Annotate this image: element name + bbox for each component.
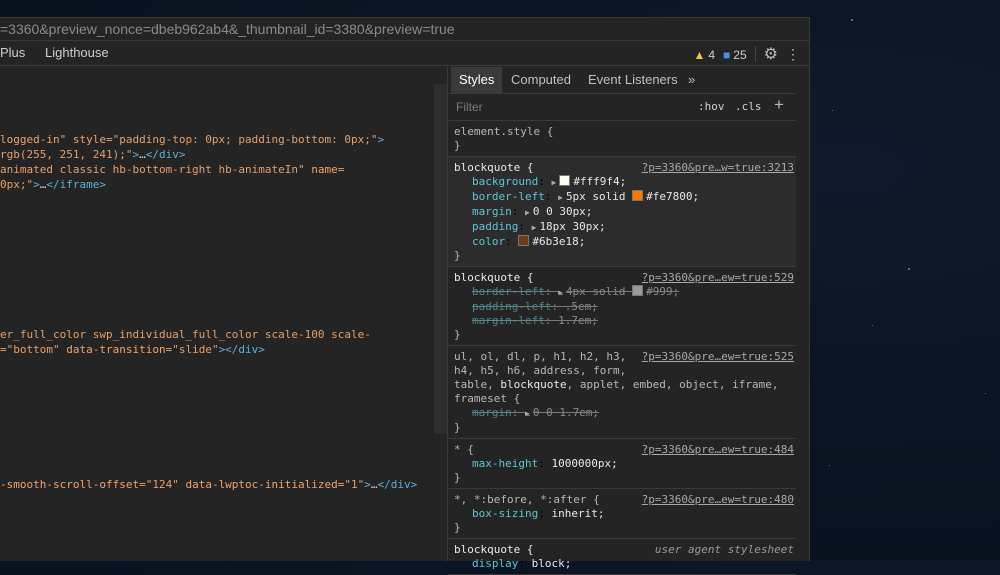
- expand-triangle-icon[interactable]: ▶: [551, 178, 556, 187]
- tabbar-right: ▲ 4 ■ 25 ⚙ ⋮: [693, 44, 800, 64]
- style-rule[interactable]: ?p=3360&pre…ew=true:529 blockquote {borde…: [448, 267, 796, 346]
- css-declaration[interactable]: margin: ▶ 0 0 30px;: [454, 205, 790, 220]
- css-declaration[interactable]: padding-left: .5em;: [454, 300, 790, 314]
- css-declaration[interactable]: margin-left: 1.7em;: [454, 314, 790, 328]
- css-declaration[interactable]: display: block;: [454, 557, 790, 571]
- rule-source-link[interactable]: ?p=3360&pre…ew=true:484: [642, 443, 794, 457]
- filter-row: Filter :hov .cls +: [448, 94, 796, 121]
- css-declaration[interactable]: max-height: 1000000px;: [454, 457, 790, 471]
- css-declaration[interactable]: border-left: ▶ 5px solid #fe7800;: [454, 190, 790, 205]
- devtools-tabbar: Plus Lighthouse ▲ 4 ■ 25 ⚙ ⋮: [0, 41, 809, 66]
- expand-triangle-icon[interactable]: ▶: [532, 223, 537, 232]
- expand-triangle-icon[interactable]: ▶: [525, 208, 530, 217]
- css-declaration[interactable]: box-sizing: inherit;: [454, 507, 790, 521]
- tab-computed[interactable]: Computed: [511, 72, 571, 87]
- style-rule[interactable]: ?p=3360&pre…ew=true:525 ul, ol, dl, p, h1…: [448, 346, 796, 439]
- color-swatch[interactable]: [559, 175, 571, 186]
- dom-node-line[interactable]: animated classic hb-bottom-right hb-anim…: [0, 162, 344, 177]
- expand-triangle-icon[interactable]: ▶: [525, 409, 530, 418]
- warning-icon: ▲: [693, 47, 706, 62]
- color-swatch[interactable]: [632, 285, 644, 296]
- rule-source-link[interactable]: ?p=3360&pre…ew=true:525: [642, 350, 794, 364]
- tab-lighthouse[interactable]: Lighthouse: [45, 45, 109, 60]
- devtools-window: =3360&preview_nonce=dbeb962ab4&_thumbnai…: [0, 17, 810, 575]
- rule-selector: frameset {: [454, 392, 521, 405]
- elements-scrollbar[interactable]: [434, 84, 447, 434]
- css-declaration[interactable]: padding: ▶ 18px 30px;: [454, 220, 790, 235]
- rule-selector: h4, h5, h6, address, form,: [454, 364, 627, 377]
- css-declaration[interactable]: background: ▶ #fff9f4;: [454, 175, 790, 190]
- new-rule-button[interactable]: +: [774, 95, 784, 115]
- dom-node-line[interactable]: 0px;">…</iframe>: [0, 177, 106, 192]
- style-rule[interactable]: ?p=3360&pre…w=true:3213 blockquote {backg…: [448, 157, 796, 267]
- tab-styles[interactable]: Styles: [451, 67, 503, 93]
- dom-node-line[interactable]: ="bottom" data-transition="slide"></div>: [0, 342, 265, 357]
- styles-tabs: Styles Computed Event Listeners »: [448, 67, 796, 94]
- gear-icon[interactable]: ⚙: [764, 44, 778, 64]
- rule-source-link[interactable]: ?p=3360&pre…ew=true:480: [642, 493, 794, 507]
- color-swatch[interactable]: [632, 190, 644, 201]
- rule-selector: table, blockquote, applet, embed, object…: [454, 378, 779, 391]
- styles-pane: Styles Computed Event Listeners » Filter…: [447, 67, 796, 575]
- element-style-rule[interactable]: element.style { }: [448, 121, 796, 157]
- color-swatch[interactable]: [518, 235, 530, 246]
- tabs-overflow-button[interactable]: »: [688, 72, 695, 87]
- cls-button[interactable]: .cls: [735, 100, 762, 113]
- messages-counter[interactable]: ■ 25: [723, 47, 747, 62]
- kebab-icon[interactable]: ⋮: [786, 46, 800, 63]
- style-rule[interactable]: ?p=3360&pre…ew=true:480 *, *:before, *:af…: [448, 489, 796, 539]
- url-bar[interactable]: =3360&preview_nonce=dbeb962ab4&_thumbnai…: [0, 18, 809, 41]
- expand-triangle-icon[interactable]: ▶: [558, 193, 563, 202]
- hov-button[interactable]: :hov: [698, 100, 725, 113]
- css-declaration[interactable]: border-left: ▶ 4px solid #999;: [454, 285, 790, 300]
- style-rule[interactable]: ?p=3360&pre…ew=true:484 * {max-height: 10…: [448, 439, 796, 489]
- tab-event-listeners[interactable]: Event Listeners: [588, 72, 678, 87]
- expand-triangle-icon[interactable]: ▶: [558, 288, 563, 297]
- css-declaration[interactable]: color: #6b3e18;: [454, 235, 790, 249]
- rule-source-link: user agent stylesheet: [654, 543, 794, 556]
- dom-node-line[interactable]: rgb(255, 251, 241);">…</div>: [0, 147, 185, 162]
- style-rule[interactable]: user agent stylesheet blockquote {display…: [448, 539, 796, 575]
- rule-source-link[interactable]: ?p=3360&pre…ew=true:529: [642, 271, 794, 285]
- css-declaration[interactable]: margin: ▶ 0 0 1.7em;: [454, 406, 790, 421]
- dom-node-line[interactable]: -smooth-scroll-offset="124" data-lwptoc-…: [0, 477, 417, 492]
- message-icon: ■: [723, 47, 731, 62]
- tab-plus[interactable]: Plus: [0, 45, 25, 60]
- filter-input[interactable]: Filter: [456, 100, 483, 114]
- elements-panel: logged-in" style="padding-top: 0px; padd…: [0, 67, 434, 561]
- dom-node-line[interactable]: logged-in" style="padding-top: 0px; padd…: [0, 132, 384, 147]
- dom-node-line[interactable]: er_full_color swp_individual_full_color …: [0, 327, 371, 342]
- rule-source-link[interactable]: ?p=3360&pre…w=true:3213: [642, 161, 794, 175]
- warnings-counter[interactable]: ▲ 4: [693, 47, 715, 62]
